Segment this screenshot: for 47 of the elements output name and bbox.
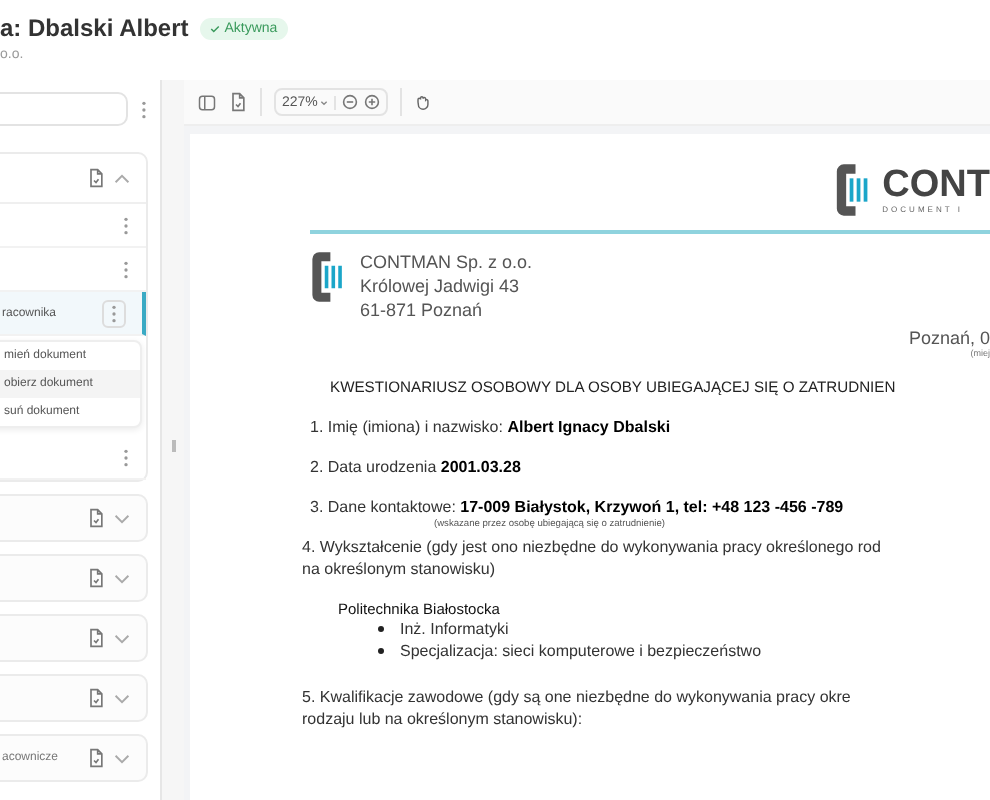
sender-address-line: Królowej Jadwigi 43 [360, 274, 522, 298]
sender-address-line: CONTMAN Sp. z o.o. [360, 250, 533, 274]
more-options-icon[interactable] [122, 215, 130, 235]
paragraph-line: 4. Wykształcenie (gdy jest ono niezbędne do wykonywania pracy określonego rod [302, 536, 883, 558]
sidebar-toggle-icon[interactable] [198, 93, 216, 111]
more-options-icon[interactable] [110, 303, 118, 323]
form-line: 1. Imię (imiona) i nazwisko: Albert Ignacy Dbalski [310, 418, 673, 436]
form-line: 3. Dane kontaktowe: 17-009 Białystok, Krzywoń 1, tel: +48 123 -456 -789 [310, 498, 846, 516]
section-card[interactable] [0, 554, 148, 602]
form-line: 2. Data urodzenia 2001.03.28 [310, 458, 523, 476]
add-document-icon[interactable] [86, 508, 106, 528]
section-card[interactable] [0, 614, 148, 662]
bullet-icon [378, 648, 384, 654]
logo-text: CONT [882, 166, 990, 204]
resize-handle[interactable] [171, 440, 175, 452]
section-card[interactable] [0, 494, 148, 542]
zoom-in-icon[interactable] [363, 94, 380, 110]
chevron-icon[interactable] [114, 753, 130, 763]
chevron-icon[interactable] [114, 573, 130, 583]
sender-address-line: 61-871 Poznań [360, 298, 485, 322]
paragraph-line: 5. Kwalifikacje zawodowe (gdy są one niezbędne do wykonywania pracy okre [302, 686, 853, 708]
more-options-icon[interactable] [122, 259, 130, 279]
paragraph-line: na określonym stanowisku) [302, 558, 497, 580]
document-icon[interactable] [228, 92, 248, 112]
logo-icon [310, 250, 344, 304]
chevron-icon [319, 99, 328, 105]
more-options-icon[interactable] [122, 447, 130, 467]
chevron-icon[interactable] [114, 633, 130, 643]
add-document-icon[interactable] [86, 748, 106, 768]
chevron-icon[interactable] [114, 693, 130, 703]
list-item: Specjalizacja: sieci komputerowe i bezpieczeństwo [400, 640, 762, 662]
add-document-icon[interactable] [86, 688, 106, 708]
hand-icon[interactable] [413, 94, 430, 110]
chevron-icon[interactable] [114, 173, 130, 183]
add-document-icon[interactable] [86, 168, 106, 188]
zoom-out-icon[interactable] [341, 94, 358, 110]
more-options-icon[interactable] [140, 99, 148, 119]
add-document-icon[interactable] [86, 568, 106, 588]
place-date: Poznań, 0 [906, 328, 990, 348]
add-document-icon[interactable] [86, 628, 106, 648]
list-item: Inż. Informatyki [400, 618, 509, 640]
page-title: a: Dbalski Albert [0, 14, 189, 42]
section-card[interactable] [0, 674, 148, 722]
chevron-icon[interactable] [114, 513, 130, 523]
logo-icon [834, 162, 871, 218]
paragraph-line: rodzaju lub na określonym stanowisku): [302, 708, 585, 730]
bullet-icon [378, 626, 384, 632]
